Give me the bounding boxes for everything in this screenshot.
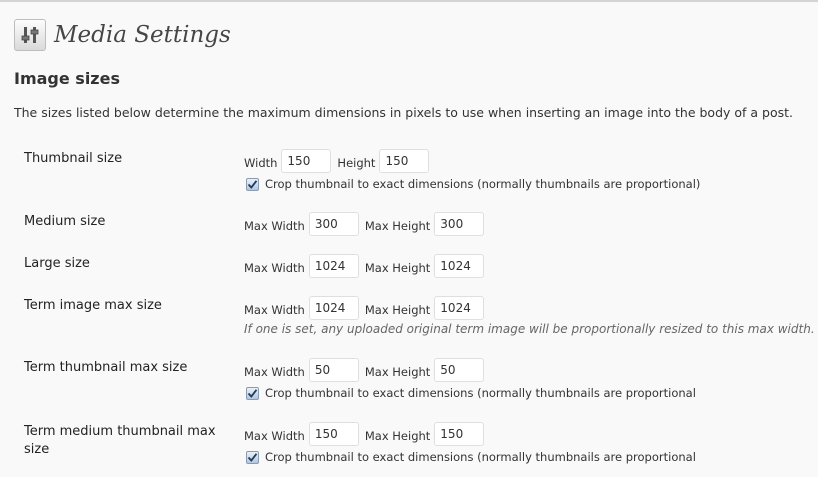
checkmark-icon — [247, 388, 258, 398]
large-height-input[interactable] — [434, 254, 485, 278]
term-medium-thumbnail-height-input[interactable] — [434, 422, 485, 446]
checkmark-icon — [247, 179, 258, 189]
term-image-width-input[interactable] — [308, 296, 359, 320]
section-description: The sizes listed below determine the max… — [14, 105, 794, 120]
thumbnail-width-input[interactable] — [281, 149, 332, 173]
thumbnail-crop-label: Crop thumbnail to exact dimensions (norm… — [265, 177, 701, 191]
term-image-note: If one is set, any uploaded original ter… — [244, 322, 815, 336]
term-thumbnail-height-label: Max Height — [364, 365, 431, 379]
medium-height-label: Max Height — [364, 219, 431, 233]
checkmark-icon — [247, 452, 258, 462]
term-medium-thumbnail-max-size-label: Term medium thumbnail max size — [24, 423, 216, 459]
page-header: Media Settings — [14, 18, 231, 52]
term-medium-thumbnail-width-label: Max Width — [244, 429, 305, 443]
term-thumbnail-width-input[interactable] — [308, 358, 359, 382]
term-thumbnail-width-label: Max Width — [244, 365, 305, 379]
term-medium-thumbnail-label-line1: Term medium thumbnail max — [24, 424, 216, 439]
term-medium-thumbnail-label-line2: size — [24, 442, 50, 457]
term-thumbnail-crop-checkbox[interactable] — [246, 386, 259, 400]
medium-width-input[interactable] — [308, 212, 359, 236]
large-width-input[interactable] — [308, 254, 359, 278]
term-thumbnail-max-size-fields: Max Width Max Height — [244, 357, 485, 383]
term-medium-thumbnail-width-input[interactable] — [308, 422, 359, 446]
large-size-fields: Max Width Max Height — [244, 253, 485, 279]
thumbnail-size-label: Thumbnail size — [24, 151, 123, 166]
term-thumbnail-height-input[interactable] — [434, 358, 485, 382]
large-size-label: Large size — [24, 256, 90, 271]
term-image-height-label: Max Height — [364, 303, 431, 317]
term-medium-thumbnail-crop-label: Crop thumbnail to exact dimensions (norm… — [265, 450, 696, 464]
thumbnail-height-label: Height — [337, 156, 376, 170]
medium-size-label: Medium size — [24, 214, 106, 229]
large-height-label: Max Height — [364, 261, 431, 275]
thumbnail-height-input[interactable] — [379, 149, 430, 173]
term-medium-thumbnail-height-label: Max Height — [364, 429, 431, 443]
term-medium-thumbnail-max-size-fields: Max Width Max Height — [244, 421, 485, 447]
term-image-width-label: Max Width — [244, 303, 305, 317]
settings-sliders-icon — [14, 19, 46, 51]
section-title: Image sizes — [14, 69, 120, 88]
thumbnail-size-fields: Width Height — [244, 148, 430, 174]
thumbnail-crop-row: Crop thumbnail to exact dimensions (norm… — [246, 177, 700, 191]
term-image-height-input[interactable] — [434, 296, 485, 320]
medium-width-label: Max Width — [244, 219, 305, 233]
term-image-max-size-label: Term image max size — [24, 298, 162, 313]
term-thumbnail-crop-label: Crop thumbnail to exact dimensions (norm… — [265, 386, 696, 400]
page-title: Media Settings — [54, 22, 231, 48]
term-thumbnail-crop-row: Crop thumbnail to exact dimensions (norm… — [246, 386, 696, 400]
term-image-max-size-fields: Max Width Max Height — [244, 295, 485, 321]
term-medium-thumbnail-crop-row: Crop thumbnail to exact dimensions (norm… — [246, 450, 696, 464]
term-thumbnail-max-size-label: Term thumbnail max size — [24, 360, 188, 375]
medium-size-fields: Max Width Max Height — [244, 211, 485, 237]
term-medium-thumbnail-crop-checkbox[interactable] — [246, 450, 259, 464]
thumbnail-crop-checkbox[interactable] — [246, 177, 259, 191]
top-border — [0, 0, 818, 2]
large-width-label: Max Width — [244, 261, 305, 275]
thumbnail-width-label: Width — [244, 156, 278, 170]
medium-height-input[interactable] — [434, 212, 485, 236]
